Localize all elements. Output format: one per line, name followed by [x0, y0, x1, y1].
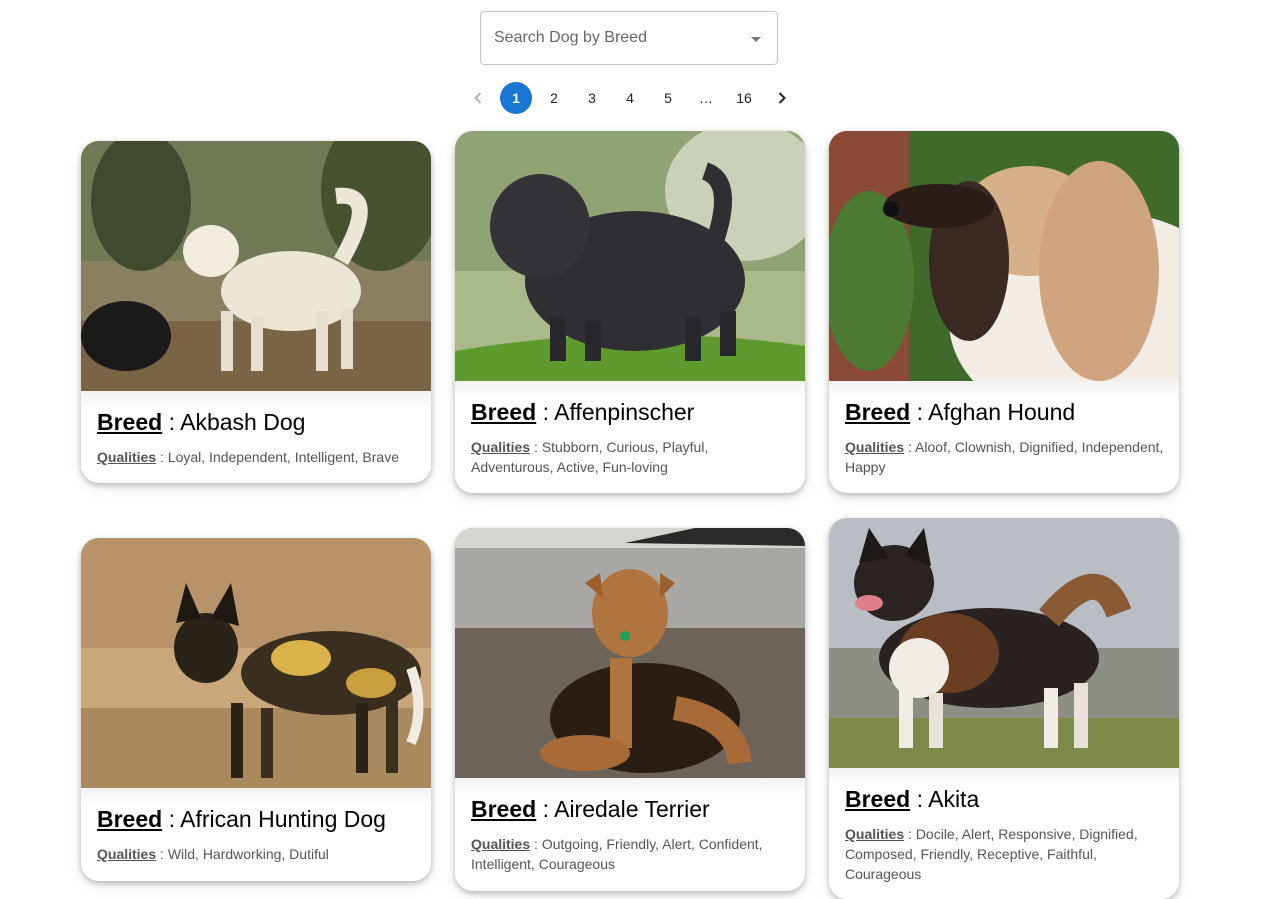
qualities-label: Qualities	[97, 846, 157, 862]
dog-photo	[455, 131, 805, 381]
breed-name: Afghan Hound	[928, 399, 1076, 425]
qualities-value: Wild, Hardworking, Dutiful	[167, 846, 329, 862]
breed-name: Akbash Dog	[180, 409, 306, 435]
separator: :	[162, 806, 181, 832]
qualities-text: Qualities : Aloof, Clownish, Dignified, …	[845, 437, 1165, 477]
dog-card-content: Breed : Airedale Terrier Qualities : Out…	[455, 778, 805, 891]
separator: :	[156, 846, 168, 862]
dog-card[interactable]: Breed : Airedale Terrier Qualities : Out…	[455, 528, 805, 891]
breed-label: Breed	[97, 806, 163, 832]
breed-label: Breed	[471, 399, 537, 425]
qualities-text: Qualities : Docile, Alert, Responsive, D…	[845, 824, 1165, 884]
breed-title: Breed : Airedale Terrier	[471, 796, 710, 823]
separator: :	[536, 796, 555, 822]
page-button-1[interactable]: 1	[500, 82, 532, 114]
separator: :	[904, 439, 916, 455]
breed-name: Affenpinscher	[554, 399, 695, 425]
separator: :	[904, 826, 916, 842]
breed-name: African Hunting Dog	[180, 806, 386, 832]
dropdown-caret-icon[interactable]	[751, 37, 761, 42]
page-button-3[interactable]: 3	[576, 82, 608, 114]
breed-label: Breed	[97, 409, 163, 435]
dog-photo	[829, 131, 1179, 381]
breed-label: Breed	[845, 786, 911, 812]
dog-card-content: Breed : African Hunting Dog Qualities : …	[81, 788, 431, 881]
qualities-label: Qualities	[471, 439, 531, 455]
page-ellipsis: …	[699, 90, 713, 106]
qualities-label: Qualities	[97, 449, 157, 465]
page-button-16[interactable]: 16	[728, 82, 760, 114]
separator: :	[910, 399, 929, 425]
qualities-text: Qualities : Loyal, Independent, Intellig…	[97, 447, 417, 467]
dog-photo	[81, 538, 431, 788]
pagination: 1 2 3 4 5 … 16	[0, 82, 1262, 114]
breed-title: Breed : Affenpinscher	[471, 399, 694, 426]
dog-photo	[829, 518, 1179, 768]
breed-label: Breed	[471, 796, 537, 822]
dog-card[interactable]: Breed : Akita Qualities : Docile, Alert,…	[829, 518, 1179, 899]
separator: :	[536, 399, 555, 425]
page-button-4[interactable]: 4	[614, 82, 646, 114]
separator: :	[156, 449, 168, 465]
separator: :	[530, 836, 542, 852]
qualities-value: Loyal, Independent, Intelligent, Brave	[167, 449, 399, 465]
qualities-text: Qualities : Stubborn, Curious, Playful, …	[471, 437, 791, 477]
separator: :	[530, 439, 542, 455]
breed-title: Breed : African Hunting Dog	[97, 806, 386, 833]
dog-card[interactable]: Breed : Affenpinscher Qualities : Stubbo…	[455, 131, 805, 493]
breed-title: Breed : Akbash Dog	[97, 409, 305, 436]
breed-label: Breed	[845, 399, 911, 425]
qualities-text: Qualities : Wild, Hardworking, Dutiful	[97, 844, 417, 864]
search-placeholder: Search Dog by Breed	[494, 29, 647, 46]
dog-photo	[455, 528, 805, 778]
page-button-2[interactable]: 2	[538, 82, 570, 114]
chevron-left-icon[interactable]	[462, 82, 494, 114]
dog-card-content: Breed : Akbash Dog Qualities : Loyal, In…	[81, 391, 431, 483]
breed-title: Breed : Afghan Hound	[845, 399, 1075, 426]
dog-card[interactable]: Breed : Akbash Dog Qualities : Loyal, In…	[81, 141, 431, 483]
separator: :	[910, 786, 929, 812]
dog-card-content: Breed : Akita Qualities : Docile, Alert,…	[829, 768, 1179, 899]
qualities-text: Qualities : Outgoing, Friendly, Alert, C…	[471, 834, 791, 874]
breed-search-select[interactable]: Search Dog by Breed	[480, 11, 778, 65]
page-button-5[interactable]: 5	[652, 82, 684, 114]
qualities-label: Qualities	[471, 836, 531, 852]
qualities-label: Qualities	[845, 439, 905, 455]
dog-card-content: Breed : Affenpinscher Qualities : Stubbo…	[455, 381, 805, 493]
dog-card[interactable]: Breed : African Hunting Dog Qualities : …	[81, 538, 431, 881]
dog-card-content: Breed : Afghan Hound Qualities : Aloof, …	[829, 381, 1179, 493]
separator: :	[162, 409, 181, 435]
breed-name: Airedale Terrier	[554, 796, 710, 822]
breed-name: Akita	[928, 786, 980, 812]
qualities-label: Qualities	[845, 826, 905, 842]
breed-title: Breed : Akita	[845, 786, 979, 813]
dog-photo	[81, 141, 431, 391]
chevron-right-icon[interactable]	[766, 82, 798, 114]
dog-card[interactable]: Breed : Afghan Hound Qualities : Aloof, …	[829, 131, 1179, 493]
